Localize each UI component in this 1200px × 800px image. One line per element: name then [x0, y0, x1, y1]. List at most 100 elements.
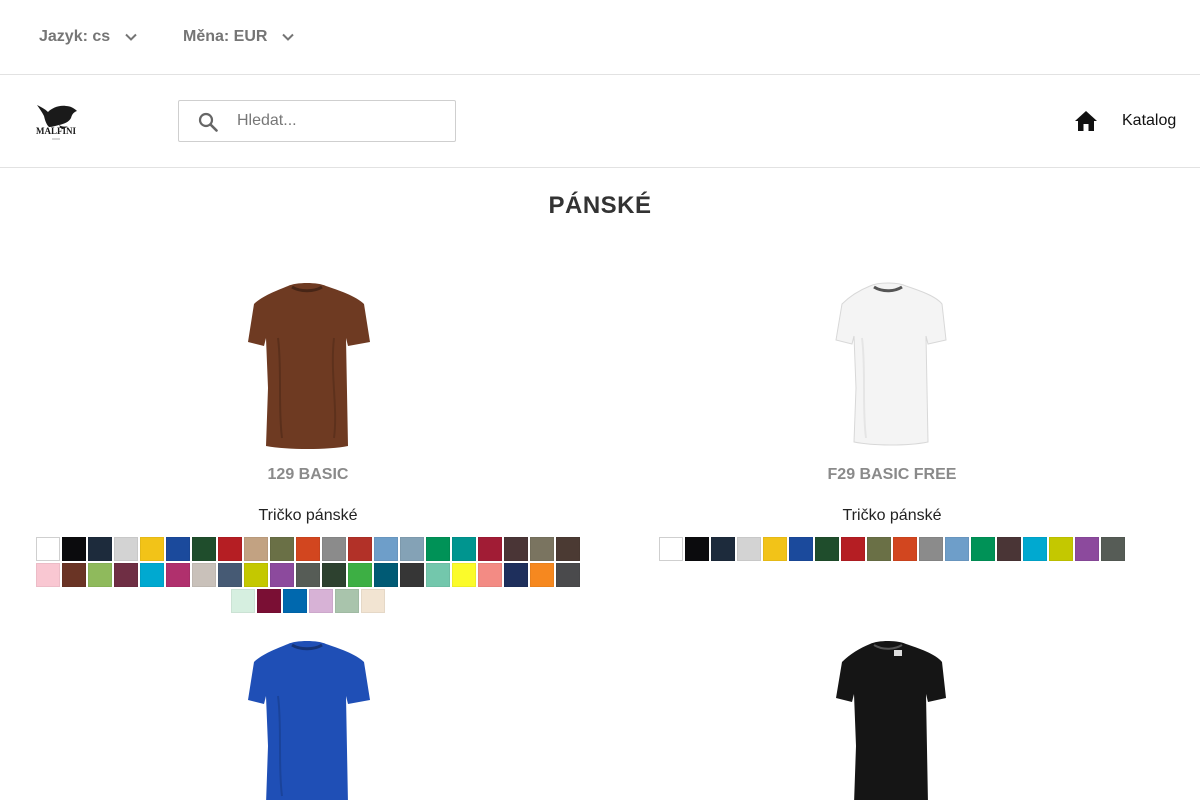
currency-selector[interactable]: Měna: EUR — [183, 26, 295, 48]
color-swatch[interactable] — [452, 537, 476, 561]
color-swatch[interactable] — [270, 537, 294, 561]
color-swatch[interactable] — [244, 537, 268, 561]
chevron-down-icon — [124, 30, 138, 44]
color-swatch[interactable] — [919, 537, 943, 561]
site-header: MALFINI Katalog — [0, 75, 1200, 168]
color-swatch[interactable] — [335, 589, 359, 613]
color-swatch[interactable] — [114, 563, 138, 587]
color-swatch[interactable] — [1023, 537, 1047, 561]
chevron-down-icon — [281, 30, 295, 44]
color-swatch[interactable] — [763, 537, 787, 561]
color-swatch[interactable] — [841, 537, 865, 561]
color-swatch[interactable] — [426, 563, 450, 587]
color-swatch[interactable] — [867, 537, 891, 561]
color-swatch[interactable] — [1075, 537, 1099, 561]
color-swatch[interactable] — [309, 589, 333, 613]
color-swatch[interactable] — [283, 589, 307, 613]
color-swatch[interactable] — [218, 537, 242, 561]
language-selector[interactable]: Jazyk: cs — [39, 26, 138, 48]
color-swatch[interactable] — [400, 563, 424, 587]
color-swatch[interactable] — [530, 537, 554, 561]
color-swatch[interactable] — [62, 537, 86, 561]
product-name[interactable]: 129 BASIC — [30, 466, 586, 484]
color-swatch[interactable] — [997, 537, 1021, 561]
color-swatch[interactable] — [1049, 537, 1073, 561]
color-swatch[interactable] — [556, 563, 580, 587]
color-swatch[interactable] — [659, 537, 683, 561]
shirt-shape — [835, 282, 947, 446]
color-swatch[interactable] — [348, 537, 372, 561]
color-swatch[interactable] — [114, 537, 138, 561]
color-swatch[interactable] — [737, 537, 761, 561]
color-swatch[interactable] — [166, 537, 190, 561]
color-swatch[interactable] — [166, 563, 190, 587]
color-swatch[interactable] — [374, 537, 398, 561]
color-swatch[interactable] — [36, 537, 60, 561]
product-image[interactable] — [822, 636, 962, 800]
color-swatch[interactable] — [296, 537, 320, 561]
color-swatch[interactable] — [322, 537, 346, 561]
product-card — [30, 630, 586, 800]
color-swatch[interactable] — [140, 563, 164, 587]
color-swatch[interactable] — [361, 589, 385, 613]
shirt-shape — [248, 641, 370, 800]
search-input[interactable] — [237, 109, 442, 133]
color-swatch[interactable] — [504, 537, 528, 561]
color-swatch[interactable] — [348, 563, 372, 587]
color-swatch[interactable] — [452, 563, 476, 587]
catalog-link[interactable]: Katalog — [1122, 112, 1176, 130]
product-image[interactable] — [238, 636, 378, 800]
color-swatch[interactable] — [374, 563, 398, 587]
color-swatch[interactable] — [244, 563, 268, 587]
color-swatches — [619, 537, 1165, 561]
color-swatch[interactable] — [815, 537, 839, 561]
product-description: Tričko pánské — [842, 507, 942, 524]
color-swatch[interactable] — [685, 537, 709, 561]
color-swatch[interactable] — [322, 563, 346, 587]
color-swatch[interactable] — [270, 563, 294, 587]
language-label: Jazyk: cs — [39, 28, 111, 45]
color-swatch[interactable] — [556, 537, 580, 561]
color-swatch[interactable] — [893, 537, 917, 561]
color-swatch[interactable] — [62, 563, 86, 587]
product-card: 129 BASIC Tričko pánské — [30, 270, 586, 620]
color-swatch[interactable] — [711, 537, 735, 561]
color-swatch[interactable] — [504, 563, 528, 587]
color-swatch[interactable] — [530, 563, 554, 587]
shirt-shape — [836, 641, 946, 800]
home-icon[interactable] — [1074, 110, 1098, 132]
color-swatch[interactable] — [218, 563, 242, 587]
currency-label: Měna: EUR — [183, 28, 268, 45]
malfini-logo[interactable]: MALFINI — [28, 100, 84, 142]
color-swatch[interactable] — [192, 537, 216, 561]
color-swatch[interactable] — [192, 563, 216, 587]
color-swatch[interactable] — [478, 563, 502, 587]
color-swatch[interactable] — [426, 537, 450, 561]
color-swatch[interactable] — [296, 563, 320, 587]
color-swatch[interactable] — [36, 563, 60, 587]
color-swatch[interactable] — [971, 537, 995, 561]
color-swatches — [35, 537, 581, 613]
color-swatch[interactable] — [1101, 537, 1125, 561]
color-swatch[interactable] — [231, 589, 255, 613]
product-image[interactable] — [238, 278, 378, 450]
svg-text:MALFINI: MALFINI — [36, 126, 76, 136]
shirt-shape — [248, 283, 370, 449]
product-name[interactable]: F29 BASIC FREE — [614, 466, 1170, 484]
product-description: Tričko pánské — [258, 507, 358, 524]
color-swatch[interactable] — [88, 537, 112, 561]
color-swatch[interactable] — [257, 589, 281, 613]
product-card — [614, 630, 1170, 800]
search-icon[interactable] — [197, 111, 219, 133]
page-title: PÁNSKÉ — [548, 192, 652, 219]
product-image[interactable] — [822, 278, 962, 450]
color-swatch[interactable] — [478, 537, 502, 561]
color-swatch[interactable] — [400, 537, 424, 561]
color-swatch[interactable] — [945, 537, 969, 561]
product-card: F29 BASIC FREE Tričko pánské — [614, 270, 1170, 620]
top-bar: Jazyk: cs Měna: EUR — [0, 0, 1200, 75]
color-swatch[interactable] — [789, 537, 813, 561]
search-box[interactable] — [178, 100, 456, 142]
color-swatch[interactable] — [88, 563, 112, 587]
color-swatch[interactable] — [140, 537, 164, 561]
